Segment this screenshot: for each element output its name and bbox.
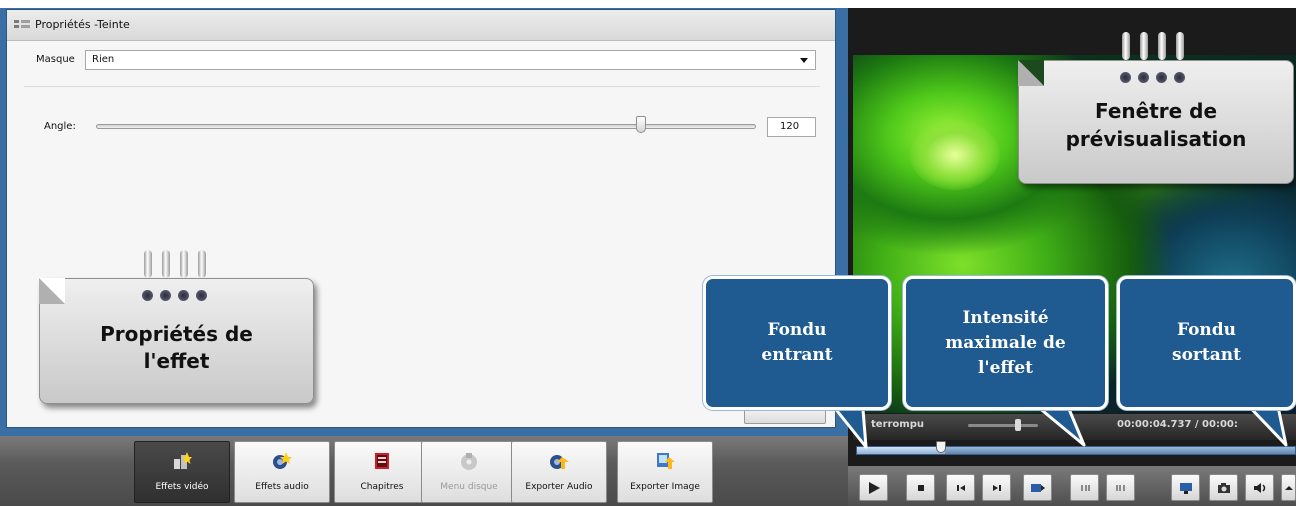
- previous-button[interactable]: [946, 474, 975, 501]
- masque-label: Masque: [36, 54, 75, 65]
- note-fold-shade: [39, 278, 65, 304]
- mark-out-button[interactable]: [1106, 474, 1135, 501]
- properties-title: Propriétés -Teinte: [35, 18, 130, 31]
- timeline-handle[interactable]: [936, 441, 946, 453]
- chapters-icon: [375, 453, 389, 469]
- playback-mode-label: terrompu: [871, 419, 924, 430]
- audio-effects-icon: [273, 452, 292, 469]
- chapitres-button[interactable]: Chapitres: [334, 441, 430, 503]
- fade-in-line2: entrant: [761, 345, 833, 365]
- play-icon: [869, 482, 880, 494]
- mark-in-button[interactable]: [1070, 474, 1099, 501]
- fade-out-line1: Fondu: [1176, 320, 1237, 340]
- chevron-up-icon: [1285, 486, 1293, 490]
- divider: [24, 86, 820, 87]
- peak-line3: l'effet: [977, 357, 1034, 378]
- angle-value-field[interactable]: 120: [767, 117, 816, 137]
- export-image-icon: [657, 453, 675, 469]
- peak-intensity-callout: Intensité maximale de l'effet: [903, 276, 1108, 410]
- peak-line2: maximale de: [945, 332, 1066, 353]
- mark-in-icon: [1081, 485, 1090, 491]
- skip-back-icon: [957, 485, 965, 491]
- stop-icon: [918, 485, 924, 491]
- fade-out-callout: Fondu sortant: [1117, 276, 1296, 410]
- speaker-icon: [1254, 483, 1266, 493]
- snapshot-button[interactable]: [1209, 474, 1238, 501]
- menu-disque-button[interactable]: Menu disque: [421, 441, 517, 503]
- effets-audio-button[interactable]: Effets audio: [234, 441, 330, 503]
- preview-callout-line2: prévisualisation: [1065, 127, 1247, 151]
- frame-forward-button[interactable]: [1023, 474, 1052, 501]
- chapitres-label: Chapitres: [360, 482, 404, 492]
- preview-callout-line1: Fenêtre de: [1094, 99, 1218, 123]
- effets-audio-label: Effets audio: [255, 482, 309, 492]
- angle-label: Angle:: [44, 121, 76, 132]
- fade-out-line2: sortant: [1172, 345, 1241, 365]
- menu-disque-label: Menu disque: [440, 482, 498, 492]
- angle-slider-track[interactable]: [96, 124, 756, 129]
- exporter-image-button[interactable]: Exporter Image: [617, 441, 713, 503]
- video-effects-icon: [174, 452, 192, 469]
- play-button[interactable]: [859, 474, 888, 501]
- peak-line1: Intensité: [962, 307, 1049, 328]
- note-fold-shade: [1018, 60, 1044, 86]
- skip-forward-icon: [993, 485, 1001, 491]
- effets-video-label: Effets vidéo: [155, 482, 209, 492]
- dropdown-arrow-icon: [800, 58, 808, 63]
- stop-button[interactable]: [906, 474, 935, 501]
- more-button[interactable]: [1281, 474, 1296, 501]
- angle-slider-thumb[interactable]: [636, 116, 646, 133]
- properties-title-bar: Propriétés -Teinte: [7, 10, 835, 41]
- video-highlight: [910, 120, 1000, 190]
- monitor-icon: [1180, 483, 1192, 494]
- exporter-audio-button[interactable]: Exporter Audio: [511, 441, 607, 503]
- time-readout: 00:00:04.737 / 00:00:: [1117, 419, 1238, 430]
- properties-callout: Propriétés de l'effet: [39, 278, 314, 404]
- fade-in-line1: Fondu: [767, 320, 827, 340]
- masque-value: Rien: [92, 54, 115, 65]
- fade-in-callout: Fondu entrant: [703, 276, 891, 410]
- film-icon: [1031, 484, 1045, 492]
- exporter-audio-label: Exporter Audio: [525, 482, 593, 492]
- next-button[interactable]: [982, 474, 1011, 501]
- masque-dropdown[interactable]: Rien: [85, 50, 816, 70]
- mark-out-icon: [1116, 485, 1125, 491]
- effets-video-button[interactable]: Effets vidéo: [134, 441, 230, 503]
- camera-icon: [1218, 483, 1230, 493]
- export-audio-icon: [550, 455, 569, 469]
- fullscreen-button[interactable]: [1171, 474, 1200, 501]
- volume-button[interactable]: [1245, 474, 1274, 501]
- exporter-image-label: Exporter Image: [630, 482, 700, 492]
- properties-callout-line1: Propriétés de: [100, 322, 253, 346]
- disc-menu-icon: [461, 453, 477, 470]
- timeline-progress: [857, 447, 945, 454]
- properties-icon: [14, 20, 30, 28]
- properties-callout-line2: l'effet: [143, 349, 210, 373]
